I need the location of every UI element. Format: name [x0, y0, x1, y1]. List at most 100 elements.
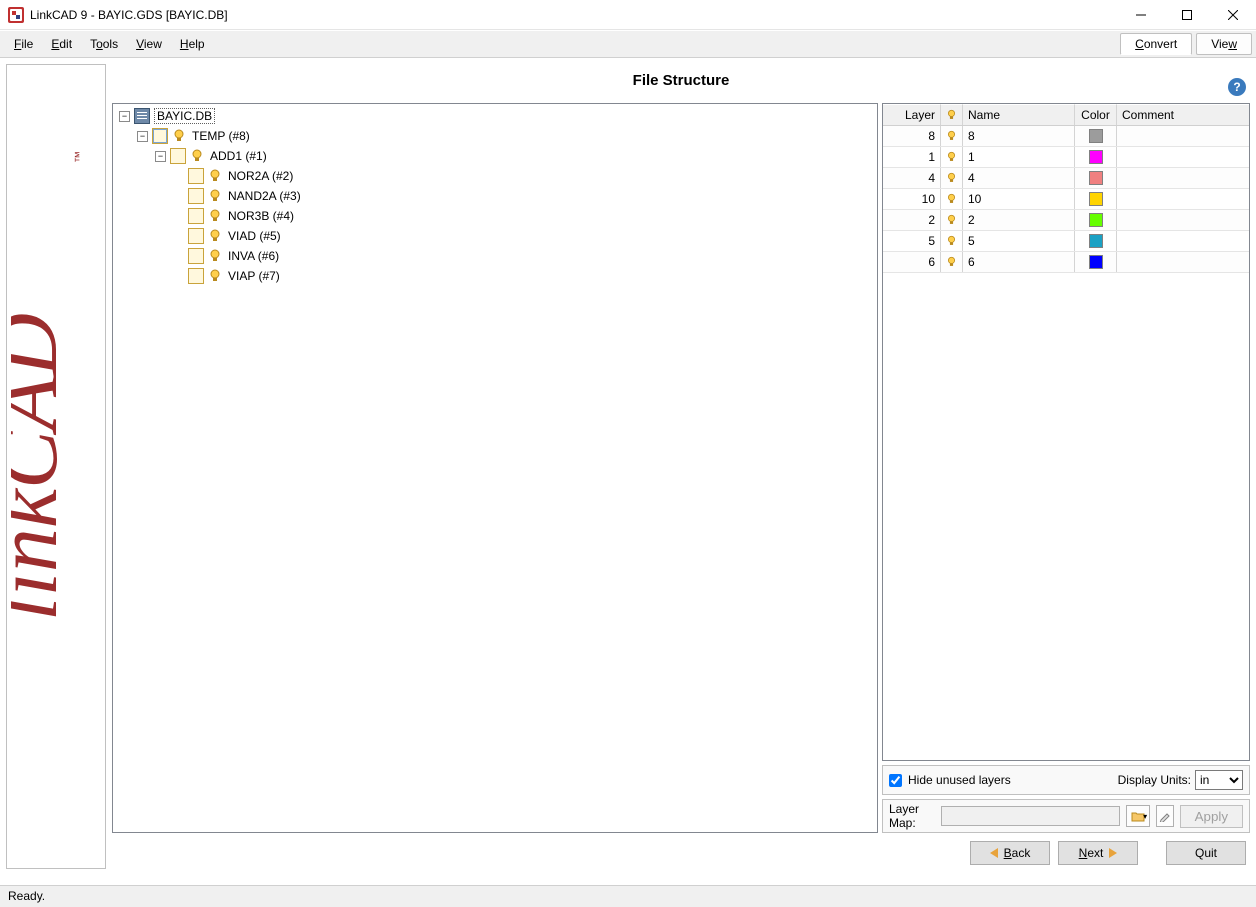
maximize-button[interactable]	[1164, 0, 1210, 30]
cell-icon	[170, 148, 186, 164]
help-icon[interactable]: ?	[1228, 78, 1246, 96]
layer-row[interactable]: 10 10	[883, 189, 1249, 210]
layer-table: Layer Name Color Comment 8 8 1 1 4 4 10 …	[882, 103, 1250, 761]
display-units-select[interactable]: in	[1195, 770, 1243, 790]
tree-node-label[interactable]: VIAD (#5)	[226, 229, 283, 243]
col-header-comment[interactable]: Comment	[1117, 104, 1249, 125]
layer-bulb[interactable]	[941, 252, 963, 272]
tree-node-label[interactable]: INVA (#6)	[226, 249, 281, 263]
close-button[interactable]	[1210, 0, 1256, 30]
menu-help[interactable]: Help	[172, 33, 213, 55]
svg-text:linkCAD: linkCAD	[11, 313, 76, 621]
edit-layermap-button[interactable]	[1156, 805, 1173, 827]
layermap-label: Layer Map:	[889, 802, 935, 830]
bulb-icon	[208, 229, 222, 243]
layer-bulb[interactable]	[941, 189, 963, 209]
apply-button[interactable]: Apply	[1180, 805, 1243, 828]
layermap-input[interactable]	[941, 806, 1120, 826]
bulb-icon	[208, 249, 222, 263]
layermap-row: Layer Map: Apply	[882, 799, 1250, 833]
title-bar: LinkCAD 9 - BAYIC.GDS [BAYIC.DB]	[0, 0, 1256, 30]
layer-comment	[1117, 210, 1249, 230]
next-button[interactable]: Next	[1058, 841, 1138, 865]
arrow-right-icon	[1109, 848, 1117, 858]
bulb-icon	[208, 209, 222, 223]
quit-button[interactable]: Quit	[1166, 841, 1246, 865]
tree-toggle[interactable]: −	[119, 111, 130, 122]
layer-bulb[interactable]	[941, 210, 963, 230]
structure-tree[interactable]: − BAYIC.DB − TEMP (#8)	[112, 103, 878, 833]
col-header-layer[interactable]: Layer	[883, 104, 941, 125]
layer-bulb[interactable]	[941, 147, 963, 167]
col-header-bulb[interactable]	[941, 104, 963, 125]
open-layermap-button[interactable]	[1126, 805, 1150, 827]
layer-name: 1	[963, 147, 1075, 167]
cell-icon	[188, 188, 204, 204]
tab-convert[interactable]: Convert	[1120, 33, 1192, 55]
layer-row[interactable]: 5 5	[883, 231, 1249, 252]
layer-comment	[1117, 231, 1249, 251]
col-header-name[interactable]: Name	[963, 104, 1075, 125]
page-title-row: File Structure ?	[112, 64, 1250, 103]
layer-number: 10	[883, 189, 941, 209]
quit-label: Quit	[1195, 846, 1217, 860]
app-icon	[8, 7, 24, 23]
bulb-icon	[208, 169, 222, 183]
layer-row[interactable]: 2 2	[883, 210, 1249, 231]
back-button[interactable]: Back	[970, 841, 1050, 865]
layer-number: 5	[883, 231, 941, 251]
menu-bar: File Edit Tools View Help Convert View	[0, 30, 1256, 58]
page-title: File Structure	[633, 72, 730, 89]
layer-bulb[interactable]	[941, 231, 963, 251]
layer-bulb[interactable]	[941, 126, 963, 146]
menu-tools[interactable]: Tools	[82, 33, 126, 55]
layer-row[interactable]: 1 1	[883, 147, 1249, 168]
layer-comment	[1117, 252, 1249, 272]
svg-text:™: ™	[72, 151, 86, 163]
bulb-icon	[172, 129, 186, 143]
col-header-color[interactable]: Color	[1075, 104, 1117, 125]
layer-name: 5	[963, 231, 1075, 251]
layer-row[interactable]: 6 6	[883, 252, 1249, 273]
bulb-icon	[190, 149, 204, 163]
database-icon	[134, 108, 150, 124]
menu-file[interactable]: File	[6, 33, 41, 55]
tab-view[interactable]: View	[1196, 33, 1252, 55]
layer-number: 4	[883, 168, 941, 188]
tree-node-label[interactable]: NOR2A (#2)	[226, 169, 295, 183]
layer-number: 2	[883, 210, 941, 230]
layer-row[interactable]: 8 8	[883, 126, 1249, 147]
arrow-left-icon	[990, 848, 998, 858]
nav-row: Back Next Quit	[112, 833, 1250, 869]
cell-icon	[188, 168, 204, 184]
window-title: LinkCAD 9 - BAYIC.GDS [BAYIC.DB]	[30, 8, 228, 22]
minimize-button[interactable]	[1118, 0, 1164, 30]
tree-toggle[interactable]: −	[155, 151, 166, 162]
layer-color[interactable]	[1075, 252, 1117, 272]
layer-color[interactable]	[1075, 126, 1117, 146]
layer-comment	[1117, 126, 1249, 146]
bulb-icon	[208, 189, 222, 203]
layer-color[interactable]	[1075, 189, 1117, 209]
hide-unused-input[interactable]	[889, 774, 902, 787]
tree-node-label[interactable]: VIAP (#7)	[226, 269, 282, 283]
menu-view[interactable]: View	[128, 33, 170, 55]
display-units-label: Display Units:	[1118, 773, 1191, 787]
tree-node-label[interactable]: ADD1 (#1)	[208, 149, 269, 163]
layer-color[interactable]	[1075, 147, 1117, 167]
layer-bulb[interactable]	[941, 168, 963, 188]
layer-color[interactable]	[1075, 168, 1117, 188]
tree-toggle[interactable]: −	[137, 131, 148, 142]
hide-unused-checkbox[interactable]: Hide unused layers	[889, 773, 1011, 787]
tree-node-label[interactable]: NOR3B (#4)	[226, 209, 296, 223]
tree-root-label[interactable]: BAYIC.DB	[154, 108, 215, 124]
tree-node-label[interactable]: TEMP (#8)	[190, 129, 252, 143]
layer-color[interactable]	[1075, 231, 1117, 251]
options-row: Hide unused layers Display Units: in	[882, 765, 1250, 795]
status-text: Ready.	[8, 889, 45, 903]
layer-number: 1	[883, 147, 941, 167]
layer-row[interactable]: 4 4	[883, 168, 1249, 189]
tree-node-label[interactable]: NAND2A (#3)	[226, 189, 303, 203]
layer-color[interactable]	[1075, 210, 1117, 230]
menu-edit[interactable]: Edit	[43, 33, 80, 55]
